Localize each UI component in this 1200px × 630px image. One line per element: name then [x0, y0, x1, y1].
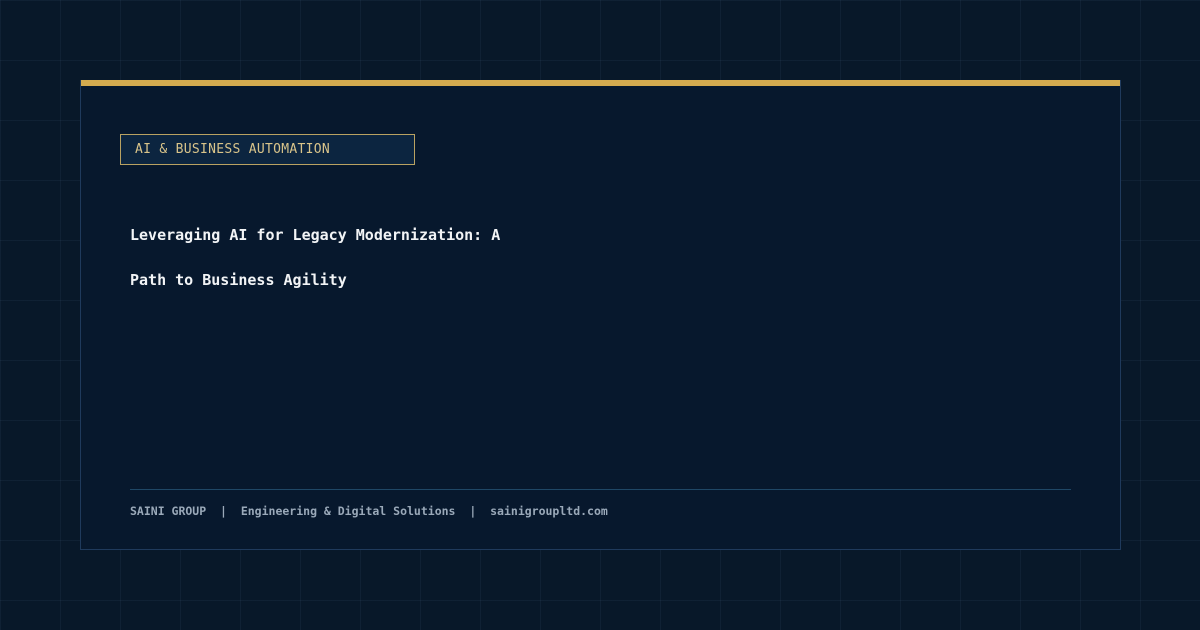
article-title-line-1: Leveraging AI for Legacy Modernization: … — [130, 226, 501, 244]
og-card: AI & BUSINESS AUTOMATION Leveraging AI f… — [80, 80, 1121, 550]
category-tag: AI & BUSINESS AUTOMATION — [120, 134, 415, 165]
article-title-line-2: Path to Business Agility — [130, 271, 347, 289]
footer-info: SAINI GROUP | Engineering & Digital Solu… — [130, 504, 608, 518]
article-title: Leveraging AI for Legacy Modernization: … — [130, 213, 650, 303]
footer-company: SAINI GROUP — [130, 504, 207, 518]
footer-website-link[interactable]: sainigroupltd.com — [490, 504, 608, 518]
footer-divider — [130, 489, 1071, 490]
footer-separator-1: | — [220, 504, 227, 518]
footer-tagline: Engineering & Digital Solutions — [240, 504, 456, 518]
gold-accent-bar — [81, 80, 1120, 86]
footer-separator-2: | — [469, 504, 477, 518]
